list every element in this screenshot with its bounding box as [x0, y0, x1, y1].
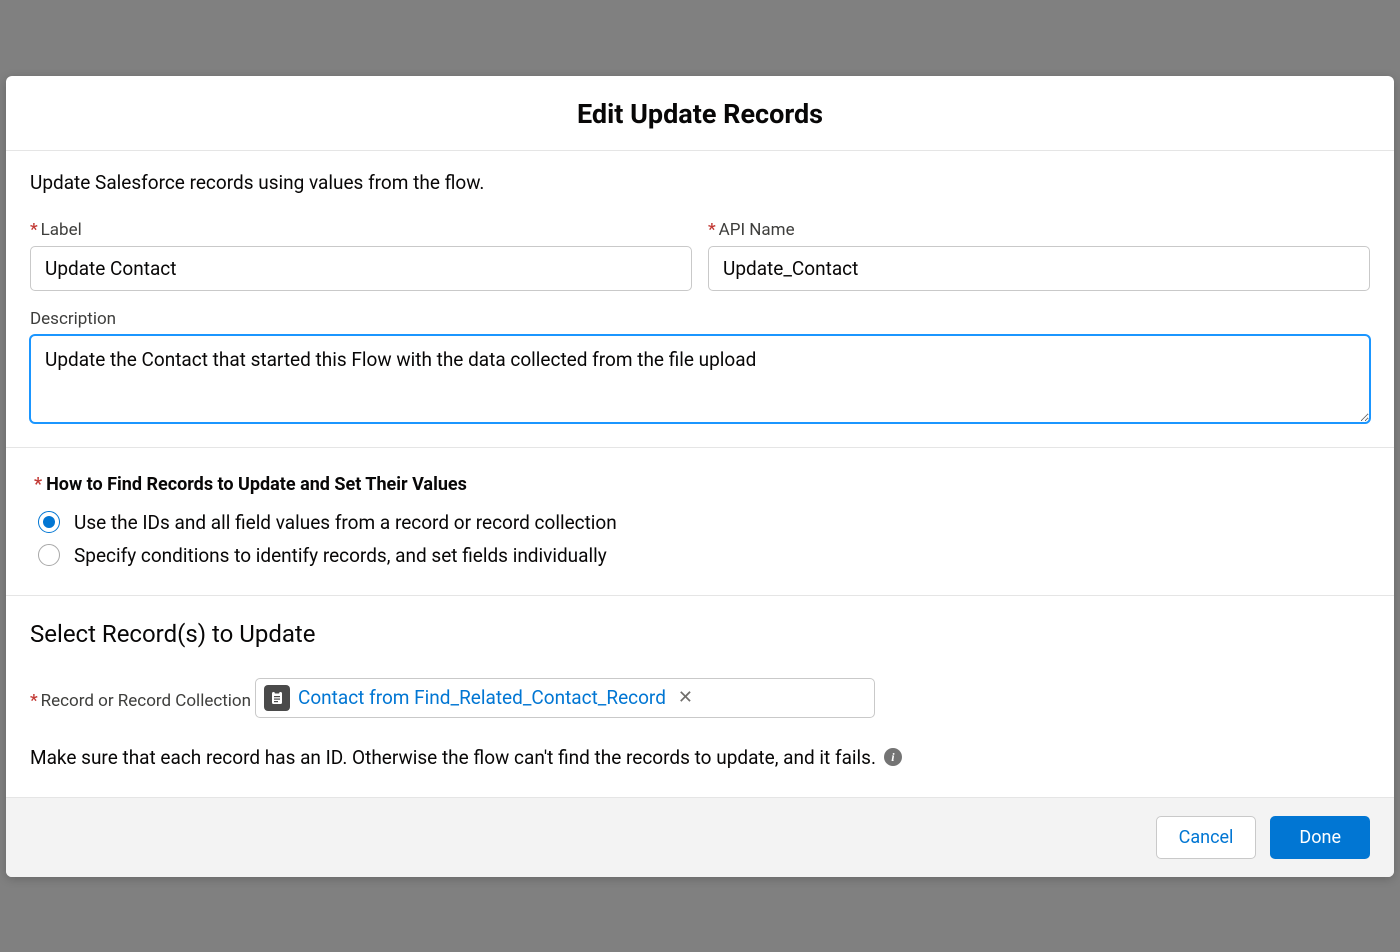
apiname-field-label: API Name: [708, 220, 1370, 240]
radio-label-use-ids: Use the IDs and all field values from a …: [74, 511, 617, 534]
label-input[interactable]: [30, 246, 692, 291]
apiname-input[interactable]: [708, 246, 1370, 291]
pill-remove-icon[interactable]: ✕: [678, 687, 693, 708]
clipboard-icon: [264, 685, 290, 711]
radio-dot-icon: [43, 516, 55, 528]
section-select-records: Select Record(s) to Update Record or Rec…: [6, 596, 1394, 797]
modal-footer: Cancel Done: [6, 797, 1394, 877]
form-group-label: Label: [30, 220, 692, 291]
description-textarea[interactable]: [30, 335, 1370, 423]
radio-label-specify-conditions: Specify conditions to identify records, …: [74, 544, 607, 567]
radio-option-use-ids[interactable]: Use the IDs and all field values from a …: [38, 511, 1370, 534]
find-records-heading: How to Find Records to Update and Set Th…: [34, 474, 1370, 495]
record-collection-label: Record or Record Collection: [30, 691, 251, 711]
info-icon[interactable]: i: [884, 748, 902, 766]
helper-text: Make sure that each record has an ID. Ot…: [30, 746, 876, 769]
edit-update-records-modal: Edit Update Records Update Salesforce re…: [6, 76, 1394, 877]
modal-header: Edit Update Records: [6, 76, 1394, 151]
modal-body: Update Salesforce records using values f…: [6, 151, 1394, 797]
radio-option-specify-conditions[interactable]: Specify conditions to identify records, …: [38, 544, 1370, 567]
radio-circle-selected-icon: [38, 511, 60, 533]
pill-text: Contact from Find_Related_Contact_Record: [298, 686, 666, 709]
find-records-radio-group: Use the IDs and all field values from a …: [34, 511, 1370, 567]
section-basic-info: Update Salesforce records using values f…: [6, 151, 1394, 448]
record-collection-input[interactable]: Contact from Find_Related_Contact_Record…: [255, 678, 875, 718]
form-group-apiname: API Name: [708, 220, 1370, 291]
radio-circle-unselected-icon: [38, 544, 60, 566]
modal-title: Edit Update Records: [30, 98, 1370, 130]
intro-text: Update Salesforce records using values f…: [30, 171, 1370, 194]
section-find-records: How to Find Records to Update and Set Th…: [6, 448, 1394, 596]
description-field-label: Description: [30, 309, 1370, 329]
record-pill: Contact from Find_Related_Contact_Record…: [264, 685, 693, 711]
cancel-button[interactable]: Cancel: [1156, 816, 1257, 859]
select-records-heading: Select Record(s) to Update: [30, 620, 1370, 648]
form-group-description: Description: [30, 309, 1370, 423]
form-row-label-api: Label API Name: [30, 220, 1370, 291]
done-button[interactable]: Done: [1270, 816, 1370, 859]
helper-text-row: Make sure that each record has an ID. Ot…: [30, 746, 1370, 769]
label-field-label: Label: [30, 220, 692, 240]
